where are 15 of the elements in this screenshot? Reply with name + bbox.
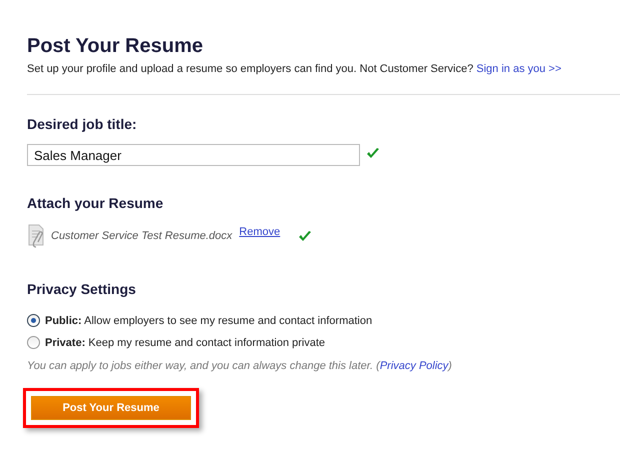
field-label: Desired job title: (27, 115, 138, 133)
section-heading: Privacy Settings (27, 280, 137, 298)
remove-link[interactable]: Remove (239, 226, 280, 238)
file-name: Customer Service Test Resume.docx (51, 230, 232, 242)
section-heading: Attach your Resume (27, 194, 164, 212)
radio-button[interactable] (27, 314, 40, 327)
job-title-field[interactable]: Sales Manager (27, 144, 360, 166)
privacy-note: You can apply to jobs either way, and you can always change this later. (Privacy Policy) (27, 360, 453, 372)
radio-label: Private: Keep my resume and contact information private (45, 336, 326, 348)
page-title: Post Your Resume (27, 34, 204, 58)
radio-label: Public: Allow employers to see my resume and contact information (45, 314, 372, 326)
intro-text: Set up your profile and upload a resume so employers can find you. Not Customer Service? Sign in as you >> (27, 62, 562, 76)
sign-in-link[interactable]: Sign in as you >> (476, 63, 562, 75)
privacy-policy-link[interactable]: Privacy Policy (380, 360, 448, 372)
radio-button[interactable] (27, 336, 40, 349)
